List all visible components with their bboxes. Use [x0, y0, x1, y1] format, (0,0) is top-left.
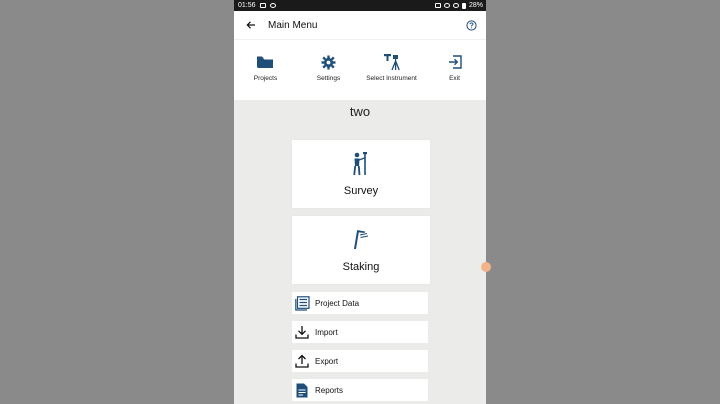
page-title: Main Menu — [268, 19, 318, 31]
download-icon — [295, 326, 309, 339]
exit-button[interactable]: Exit — [423, 40, 486, 82]
floating-handle[interactable] — [481, 262, 491, 272]
select-instrument-label: Select Instrument — [366, 75, 417, 82]
project-data-button[interactable]: Project Data — [292, 292, 428, 314]
staking-label: Staking — [342, 261, 380, 273]
surveyor-icon — [353, 152, 367, 176]
survey-card[interactable]: Survey — [292, 140, 430, 208]
quick-actions-toolbar: Projects Settings Select Instrument Exit — [234, 39, 486, 100]
tripod-instrument-icon — [383, 54, 400, 71]
sync-icon — [269, 3, 276, 8]
notification-icon — [434, 3, 441, 8]
phone-screen: 01:56 28% Main Menu Projects Settings Se… — [234, 0, 486, 404]
exit-label: Exit — [449, 75, 460, 82]
import-label: Import — [315, 327, 338, 337]
video-icon — [259, 3, 266, 8]
staking-rod-icon — [354, 230, 369, 250]
folder-icon — [257, 56, 273, 68]
settings-button[interactable]: Settings — [297, 40, 360, 82]
report-document-icon — [296, 383, 308, 397]
projects-button[interactable]: Projects — [234, 40, 297, 82]
reports-label: Reports — [315, 385, 344, 395]
status-bar: 01:56 28% — [234, 0, 486, 11]
battery-icon — [461, 2, 466, 9]
select-instrument-button[interactable]: Select Instrument — [360, 40, 423, 82]
wifi-icon — [452, 3, 459, 8]
help-button[interactable] — [464, 18, 478, 32]
reports-button[interactable]: Reports — [292, 379, 428, 401]
status-time: 01:56 — [238, 2, 256, 9]
project-data-label: Project Data — [315, 298, 360, 308]
bluetooth-icon — [443, 3, 450, 8]
settings-label: Settings — [316, 75, 341, 82]
upload-icon — [295, 354, 309, 368]
survey-label: Survey — [343, 185, 379, 197]
import-button[interactable]: Import — [292, 321, 428, 343]
list-document-icon — [294, 295, 310, 311]
app-bar: Main Menu — [234, 11, 486, 39]
project-name: two — [349, 104, 371, 119]
arrow-left-icon — [246, 21, 255, 29]
battery-level: 28% — [468, 2, 483, 9]
staking-card[interactable]: Staking — [292, 216, 430, 284]
help-icon — [465, 19, 477, 31]
projects-label: Projects — [253, 75, 278, 82]
back-button[interactable] — [242, 16, 260, 34]
export-button[interactable]: Export — [292, 350, 428, 372]
export-label: Export — [315, 356, 339, 366]
gear-icon — [321, 55, 336, 69]
exit-icon — [448, 55, 462, 69]
